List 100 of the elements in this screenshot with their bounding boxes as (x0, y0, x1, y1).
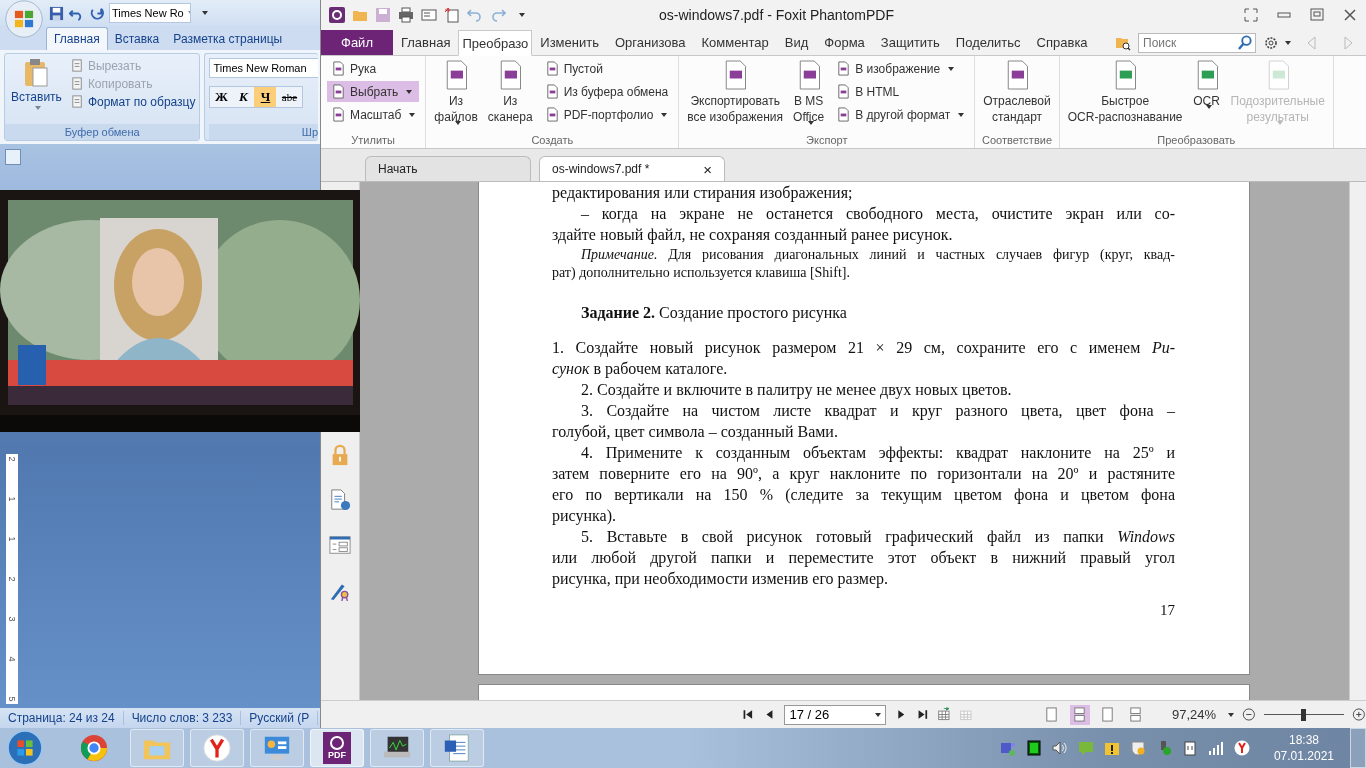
yandex-icon[interactable] (1233, 740, 1250, 756)
format-button[interactable]: abe (276, 87, 303, 107)
ribbon-button[interactable]: В изображение (832, 58, 969, 79)
paragraph: 2. Создайте и включите в палитру не менее двух новых цветов. (580, 380, 1013, 400)
taskbar-app[interactable] (430, 729, 484, 767)
zoom-level[interactable]: 97,24% (1172, 707, 1217, 722)
ribbon-button[interactable]: Быстрое OCR-распознавание (1065, 58, 1185, 127)
caret-icon[interactable] (1285, 40, 1291, 45)
page-layout-icon (1128, 707, 1144, 722)
ribbon-tab[interactable]: Поделитьс (947, 30, 1029, 55)
font-field[interactable]: Times New Roman (209, 58, 318, 78)
format-button[interactable]: К (232, 87, 255, 107)
ribbon-tab[interactable]: Файл (321, 30, 393, 55)
browser-icon (202, 733, 232, 763)
save-icon[interactable] (49, 5, 64, 21)
ribbon-button[interactable]: Отраслевой стандарт (981, 58, 1053, 127)
ribbon-button[interactable]: В другой формат (832, 104, 969, 125)
ribbon-tab[interactable]: Вставка (107, 28, 167, 50)
close-tab-button[interactable]: × (703, 160, 712, 178)
clock-date[interactable]: 07.01.2021 (1273, 748, 1334, 764)
ribbon-tab[interactable]: Изменить (532, 30, 607, 55)
ribbon-tab[interactable]: Защитить (872, 30, 948, 55)
ribbon-tab[interactable]: Вид (776, 30, 817, 55)
grid-icon[interactable] (1025, 740, 1042, 756)
caret-icon[interactable] (519, 13, 525, 17)
ribbon-button[interactable]: Экспортировать все изображения (685, 58, 786, 127)
ribbon-button[interactable]: В MS Office (791, 58, 827, 127)
scrollbar[interactable] (1349, 182, 1366, 700)
ribbon-tab[interactable]: Главная (46, 27, 108, 50)
settings-icon[interactable] (1263, 34, 1279, 51)
maximize-icon[interactable] (1309, 7, 1325, 23)
warning-icon[interactable] (1103, 740, 1120, 756)
app-logo-icon[interactable] (329, 7, 345, 23)
ribbon-tab[interactable]: Разметка страницы (166, 28, 290, 50)
search-icon[interactable] (1238, 34, 1253, 50)
teams-icon[interactable] (999, 740, 1016, 756)
printer-icon[interactable] (398, 7, 414, 23)
new-document-icon[interactable] (444, 7, 460, 23)
group-label: Шр (209, 124, 318, 140)
ribbon-tab[interactable]: Главная (392, 30, 459, 55)
taskbar-app[interactable]: PDF (310, 729, 364, 767)
close-icon[interactable] (1342, 7, 1358, 23)
ribbon-button[interactable]: Выбрать (327, 81, 420, 102)
ribbon-button[interactable]: PDF-портфолио (540, 104, 673, 125)
format-button[interactable]: Ж (210, 87, 233, 107)
form-icon[interactable] (329, 534, 351, 556)
page-number-field[interactable]: 17 / 26 (784, 704, 886, 725)
caret-icon[interactable] (1228, 712, 1235, 717)
envelope-icon[interactable] (421, 7, 437, 23)
paste-button[interactable]: Вставить (9, 58, 64, 120)
ribbon-button[interactable]: Рука (327, 58, 420, 79)
ribbon-tab[interactable]: Организова (606, 30, 694, 55)
zoom-in-icon[interactable] (1352, 707, 1366, 722)
signal-icon[interactable] (1207, 740, 1224, 756)
ribbon-button[interactable]: Из файлов (432, 58, 480, 127)
document-tab[interactable]: os-windows7.pdf * × (539, 156, 725, 181)
view-mode-button[interactable] (1069, 704, 1090, 725)
document-icon[interactable] (329, 489, 351, 511)
ribbon-button[interactable]: Из буфера обмена (540, 81, 673, 102)
ribbon-button[interactable]: Масштаб (327, 104, 420, 125)
document-icon (69, 94, 85, 109)
caret-icon[interactable] (202, 11, 208, 15)
tab-selector[interactable] (5, 149, 21, 165)
clock-time[interactable]: 18:38 (1288, 732, 1319, 748)
volume-icon[interactable] (1051, 740, 1068, 756)
search-field[interactable]: Поиск (1138, 32, 1256, 53)
paragraph: Задание 2. Создание простого рисунка (580, 303, 848, 323)
paragraph: 3. Создайте на чистом листе квадрат и круг разного цвета, цвет фона – голубой, цвет символа – созданный Вами. (552, 401, 1175, 442)
status-text: Страница: 24 из 24 (0, 711, 124, 725)
document-icon (442, 733, 472, 763)
zoom-out-icon[interactable] (1242, 707, 1256, 722)
document-icon (544, 84, 560, 99)
status-text: Русский (Р (241, 711, 319, 725)
icon-label: PDF (328, 750, 346, 760)
first-page-icon[interactable] (741, 707, 755, 722)
font-field[interactable]: Times New Ro (109, 3, 191, 23)
taskbar-app[interactable] (370, 729, 424, 767)
group-label: Соответствие (981, 134, 1053, 148)
ribbon-button[interactable]: Из сканера (485, 58, 535, 127)
zoom-slider-thumb[interactable] (1301, 708, 1307, 721)
ribbon-tab[interactable]: Преобразо (458, 30, 533, 56)
shield-icon[interactable] (1129, 740, 1146, 756)
ribbon-button[interactable]: В HTML (832, 81, 969, 102)
ribbon-tab[interactable]: Комментар (693, 30, 777, 55)
format-button[interactable]: Ч (254, 87, 277, 107)
ribbon-button[interactable]: OCR (1190, 58, 1223, 111)
ribbon-button[interactable]: Пустой (540, 58, 673, 79)
document-icon (69, 58, 85, 73)
table-icon[interactable] (937, 707, 951, 722)
group-label: Преобразовать (1156, 134, 1237, 148)
start-button[interactable] (6, 729, 44, 767)
ribbon-tab[interactable]: Форма (816, 30, 873, 55)
clipboard-icon[interactable] (1181, 740, 1198, 756)
taskbar-app[interactable] (190, 729, 244, 767)
document-tab[interactable]: Начать (365, 156, 531, 181)
document-icon (331, 61, 346, 76)
page-layout-icon (1072, 707, 1088, 722)
ribbon-tab[interactable]: Справка (1028, 30, 1096, 55)
clipboard-button[interactable]: Формат по образцу (69, 94, 196, 109)
redo-icon[interactable] (89, 5, 104, 21)
